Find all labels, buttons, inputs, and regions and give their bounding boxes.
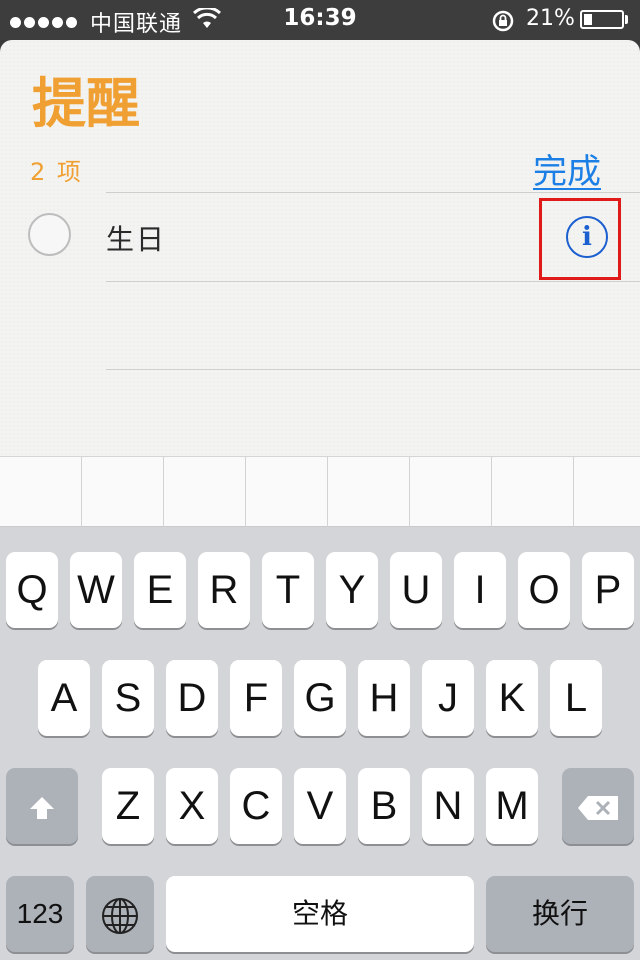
keyboard: Q W E R T Y U I O P A S D F G H J K L Z … [0,527,640,960]
key-o[interactable]: O [518,552,570,628]
key-k[interactable]: K [486,660,538,736]
globe-icon [102,898,138,935]
keyboard-suggestion-bar [0,456,640,527]
divider [106,369,640,370]
key-f[interactable]: F [230,660,282,736]
numbers-key[interactable]: 123 [6,876,74,952]
space-key[interactable]: 空格 [166,876,474,952]
key-l[interactable]: L [550,660,602,736]
key-m[interactable]: M [486,768,538,844]
key-j[interactable]: J [422,660,474,736]
battery-icon [580,10,624,29]
key-n[interactable]: N [422,768,474,844]
divider [106,192,640,193]
key-q[interactable]: Q [6,552,58,628]
key-s[interactable]: S [102,660,154,736]
status-bar: 中国联通 16:39 21% [0,0,640,40]
key-d[interactable]: D [166,660,218,736]
key-y[interactable]: Y [326,552,378,628]
info-icon[interactable]: i [566,216,608,258]
key-h[interactable]: H [358,660,410,736]
key-v[interactable]: V [294,768,346,844]
list-title: 提醒 [32,72,140,135]
reminder-item-text[interactable]: 生日 [106,218,166,258]
globe-key[interactable] [86,876,154,952]
key-i[interactable]: I [454,552,506,628]
battery-percent: 21% [526,6,575,31]
shift-key[interactable] [6,768,78,844]
key-c[interactable]: C [230,768,282,844]
key-u[interactable]: U [390,552,442,628]
return-key[interactable]: 换行 [486,876,634,952]
done-button[interactable]: 完成 [533,144,601,193]
key-a[interactable]: A [38,660,90,736]
key-b[interactable]: B [358,768,410,844]
key-x[interactable]: X [166,768,218,844]
key-p[interactable]: P [582,552,634,628]
battery-nub [625,15,628,24]
key-e[interactable]: E [134,552,186,628]
complete-checkbox[interactable] [28,213,71,256]
shift-arrow-icon [30,797,54,820]
orientation-lock-icon [492,10,514,32]
backspace-icon [578,796,618,821]
delete-key[interactable] [562,768,634,844]
key-w[interactable]: W [70,552,122,628]
key-g[interactable]: G [294,660,346,736]
key-r[interactable]: R [198,552,250,628]
item-count: 2 项 [30,158,83,186]
reminders-list: 提醒 2 项 完成 生日 i [0,40,640,456]
divider [106,281,640,282]
key-z[interactable]: Z [102,768,154,844]
key-t[interactable]: T [262,552,314,628]
